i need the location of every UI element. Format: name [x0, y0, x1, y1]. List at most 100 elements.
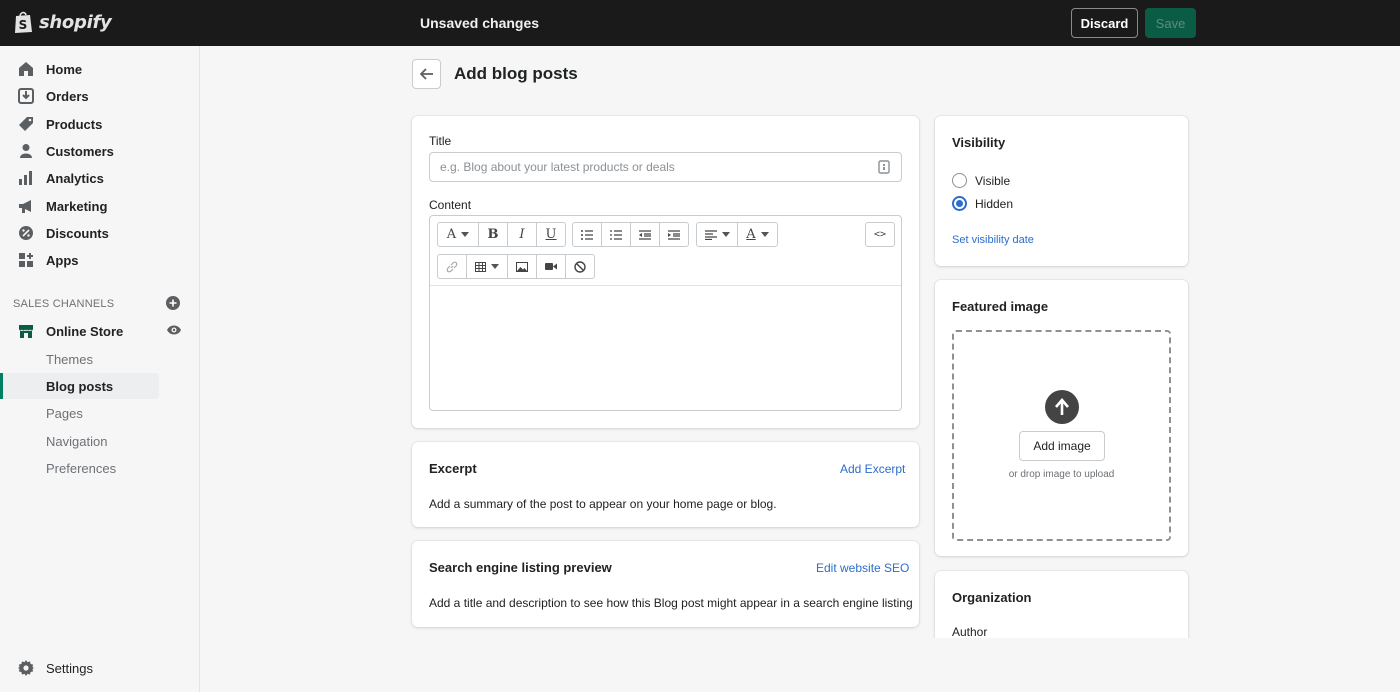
font-style-dropdown[interactable]: A — [438, 223, 479, 246]
text-color-icon: A — [746, 227, 756, 242]
sidebar-item-pages[interactable]: Pages — [0, 400, 200, 426]
shopify-logo[interactable]: S shopify — [13, 10, 112, 34]
outdent-icon — [639, 229, 651, 240]
sales-channels-heading: SALES CHANNELS — [13, 298, 115, 310]
font-icon: A — [446, 227, 457, 242]
insert-video-button[interactable] — [537, 255, 566, 278]
sidebar-item-blog-posts[interactable]: Blog posts — [0, 373, 159, 399]
bullet-list-icon — [581, 229, 593, 240]
rich-text-editor: A B I U A <> — [429, 215, 902, 411]
add-circle-icon[interactable] — [166, 296, 180, 310]
indent-button[interactable] — [660, 223, 688, 246]
seo-description: Add a title and description to see how t… — [429, 596, 913, 610]
featured-image-heading: Featured image — [952, 299, 1049, 314]
excerpt-heading: Excerpt — [429, 461, 477, 476]
edit-seo-link[interactable]: Edit website SEO — [816, 561, 909, 575]
underline-button[interactable]: U — [537, 223, 565, 246]
sidebar-item-apps[interactable]: Apps — [0, 247, 200, 273]
sidebar-item-discounts[interactable]: Discounts — [0, 220, 200, 246]
add-image-button[interactable]: Add image — [1019, 431, 1105, 461]
editor-content-area[interactable] — [430, 287, 901, 410]
sidebar-item-home[interactable]: Home — [0, 56, 200, 82]
seo-heading: Search engine listing preview — [429, 560, 612, 575]
hidden-label: Hidden — [975, 197, 1014, 211]
align-color-group: A — [696, 222, 778, 247]
align-left-icon — [704, 229, 717, 240]
sidebar-item-marketing[interactable]: Marketing — [0, 193, 200, 219]
title-label: Title — [429, 134, 452, 148]
outdent-button[interactable] — [631, 223, 660, 246]
image-dropzone[interactable]: Add image or drop image to upload — [952, 330, 1171, 541]
text-format-group: A B I U — [437, 222, 566, 247]
insert-image-button[interactable] — [508, 255, 537, 278]
bullet-list-button[interactable] — [573, 223, 602, 246]
excerpt-card: Excerpt Add Excerpt Add a summary of the… — [412, 442, 919, 527]
clear-formatting-button[interactable] — [566, 255, 594, 278]
apps-icon — [17, 252, 34, 269]
logo-text: shopify — [39, 11, 112, 33]
bold-button[interactable]: B — [479, 223, 508, 246]
visibility-card: Visibility Visible Hidden Set visibility… — [935, 116, 1188, 266]
italic-icon: I — [519, 227, 525, 242]
sidebar-item-products[interactable]: Products — [0, 111, 200, 137]
video-icon — [545, 263, 557, 270]
bar-chart-icon — [17, 170, 34, 187]
sidebar-item-customers[interactable]: Customers — [0, 138, 200, 164]
visibility-heading: Visibility — [952, 135, 1006, 150]
drop-image-hint: or drop image to upload — [1008, 469, 1115, 480]
blog-post-card: Title Content A B I U — [412, 116, 919, 428]
indent-icon — [668, 229, 680, 240]
text-color-dropdown[interactable]: A — [738, 223, 777, 246]
sidebar-item-preferences[interactable]: Preferences — [0, 455, 200, 481]
link-icon — [446, 261, 458, 272]
set-visibility-date-link[interactable]: Set visibility date — [952, 234, 1034, 246]
content-label: Content — [429, 198, 472, 212]
clear-formatting-icon — [574, 260, 586, 273]
unsaved-changes-label: Unsaved changes — [420, 15, 540, 31]
sidebar-item-settings[interactable]: Settings — [0, 655, 200, 681]
store-icon — [17, 323, 34, 340]
eye-icon[interactable] — [166, 324, 182, 336]
html-source-button[interactable]: <> — [866, 223, 894, 246]
numbered-list-button[interactable] — [602, 223, 631, 246]
organization-heading: Organization — [952, 590, 1032, 605]
insert-table-dropdown[interactable] — [467, 255, 508, 278]
list-group — [572, 222, 689, 247]
bold-icon: B — [487, 227, 499, 242]
table-icon — [475, 261, 486, 272]
title-input[interactable] — [429, 152, 902, 182]
numbered-list-icon — [610, 229, 622, 240]
discard-button[interactable]: Discard — [1071, 8, 1138, 38]
back-button[interactable] — [412, 59, 441, 89]
visible-radio[interactable] — [952, 173, 967, 188]
sidebar-item-analytics[interactable]: Analytics — [0, 165, 200, 191]
sidebar-item-orders[interactable]: Orders — [0, 83, 200, 109]
add-excerpt-link[interactable]: Add Excerpt — [840, 462, 905, 476]
insert-link-button[interactable] — [438, 255, 467, 278]
sidebar: Home Orders Products Customers Analytics… — [0, 46, 200, 692]
sidebar-item-navigation[interactable]: Navigation — [0, 428, 200, 454]
author-label: Author — [952, 625, 988, 639]
top-bar: S shopify Unsaved changes Discard Save — [0, 0, 1400, 46]
discount-icon — [17, 225, 34, 242]
input-helper-icon[interactable] — [878, 160, 890, 177]
gear-icon — [17, 660, 34, 677]
align-dropdown[interactable] — [697, 223, 738, 246]
tag-icon — [17, 116, 34, 133]
italic-button[interactable]: I — [508, 223, 537, 246]
insert-group — [437, 254, 595, 279]
scroll-fade — [920, 638, 1200, 692]
sidebar-item-themes[interactable]: Themes — [0, 346, 200, 372]
hidden-radio[interactable] — [952, 196, 967, 211]
svg-text:S: S — [19, 18, 28, 32]
excerpt-description: Add a summary of the post to appear on y… — [429, 497, 777, 511]
person-icon — [17, 143, 34, 160]
seo-card: Search engine listing preview Edit websi… — [412, 541, 919, 627]
shopping-bag-icon: S — [13, 10, 35, 34]
organization-card: Organization Author — [935, 571, 1188, 639]
editor-toolbar: A B I U A <> — [430, 216, 901, 286]
upload-arrow-icon — [1045, 390, 1079, 424]
code-icon: <> — [873, 229, 887, 240]
save-button[interactable]: Save — [1145, 8, 1196, 38]
home-icon — [17, 61, 34, 78]
